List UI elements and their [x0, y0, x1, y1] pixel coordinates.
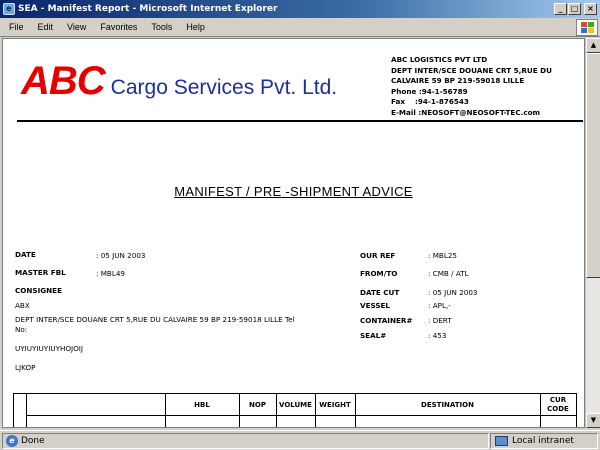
date-label: DATE [15, 250, 36, 259]
menu-bar: File Edit View Favorites Tools Help [0, 18, 600, 37]
menu-tools[interactable]: Tools [144, 22, 179, 32]
header-weight: WEIGHT [319, 401, 351, 409]
status-text: Done [21, 435, 45, 446]
table-col-divider [239, 394, 240, 427]
logo-name: Cargo Services Pvt. Ltd. [110, 76, 338, 99]
page-content: ABC Cargo Services Pvt. Ltd. ABC LOGISTI… [2, 38, 585, 428]
from-to-label: FROM/TO [360, 269, 398, 278]
table-col-divider [165, 394, 166, 427]
table-col-divider [355, 394, 356, 427]
date-cut-value: : 05 JUN 2003 [428, 288, 478, 297]
scroll-up-button[interactable]: ▲ [586, 38, 600, 53]
header-volume: VOLUME [279, 401, 312, 409]
consignee-line-3: UYIUYIUYIUYHOJOIJ [15, 344, 84, 353]
scroll-thumb[interactable] [586, 53, 600, 278]
menu-file[interactable]: File [0, 22, 31, 32]
status-text-cell: e Done [2, 432, 489, 449]
from-to-value: : CMB / ATL [428, 269, 469, 278]
manifest-table: HBL NOP VOLUME WEIGHT DESTINATION CUR CO… [13, 393, 577, 427]
container-value: : DERT [428, 316, 452, 325]
date-cut-label: DATE CUT [360, 288, 400, 297]
scroll-down-button[interactable]: ▼ [586, 413, 600, 428]
header-code: CODE [547, 405, 569, 413]
local-intranet-icon [495, 435, 508, 446]
company-address-1: DEPT INTER/SCE DOUANE CRT 5,RUE DU [391, 65, 552, 75]
consignee-label: CONSIGNEE [15, 286, 62, 295]
header-cur: CUR [549, 396, 567, 404]
date-value: : 05 JUN 2003 [96, 251, 146, 260]
menu-view[interactable]: View [60, 22, 93, 32]
menu-help[interactable]: Help [179, 22, 212, 32]
company-info: ABC LOGISTICS PVT LTD DEPT INTER/SCE DOU… [391, 55, 552, 118]
our-ref-value: : MBL25 [428, 251, 457, 260]
menu-edit[interactable]: Edit [31, 22, 61, 32]
header-divider [17, 120, 583, 122]
close-button[interactable]: × [584, 3, 597, 15]
ie-page-icon: e [6, 434, 18, 447]
seal-value: : 453 [428, 331, 447, 340]
our-ref-label: OUR REF [360, 251, 396, 260]
consignee-name: ABX [15, 301, 30, 310]
windows-logo-icon [576, 19, 598, 36]
zone-cell: Local intranet [490, 432, 598, 449]
title-bar: e SEA - Manifest Report - Microsoft Inte… [0, 0, 600, 18]
zone-label: Local intranet [512, 435, 574, 446]
maximize-button[interactable]: □ [568, 3, 581, 15]
consignee-line-4: LJKOP [15, 363, 36, 372]
company-fax: Fax :94-1-876543 [391, 97, 469, 106]
ie-page-icon: e [3, 3, 15, 15]
seal-label: SEAL# [360, 331, 387, 340]
company-logo: ABC Cargo Services Pvt. Ltd. [21, 59, 337, 104]
vessel-label: VESSEL [360, 301, 390, 310]
container-label: CONTAINER# [360, 316, 413, 325]
header-destination: DESTINATION [421, 401, 474, 409]
master-fbl-label: MASTER FBL [15, 268, 66, 277]
company-address-2: CALVAIRE 59 BP 219-59018 LILLE [391, 76, 525, 85]
vessel-value: : APL,- [428, 301, 451, 310]
status-bar: e Done Local intranet [0, 430, 600, 450]
company-phone: Phone :94-1-56789 [391, 86, 468, 96]
table-col-divider [26, 394, 27, 427]
table-col-divider [315, 394, 316, 427]
logo-abc: ABC [21, 59, 106, 103]
table-header-divider [26, 415, 576, 416]
company-email: E-Mail :NEOSOFT@NEOSOFT-TEC.com [391, 107, 541, 117]
window-title: SEA - Manifest Report - Microsoft Intern… [18, 4, 278, 14]
minimize-button[interactable]: _ [554, 3, 567, 15]
table-col-divider [276, 394, 277, 427]
company-name: ABC LOGISTICS PVT LTD [391, 55, 488, 64]
consignee-address-1: DEPT INTER/SCE DOUANE CRT 5,RUE DU CALVA… [15, 315, 295, 324]
header-nop: NOP [249, 401, 266, 409]
master-fbl-value: : MBL49 [96, 269, 125, 278]
consignee-address-2: No: [15, 325, 28, 334]
report-title: MANIFEST / PRE -SHIPMENT ADVICE [174, 184, 413, 199]
menu-favorites[interactable]: Favorites [93, 22, 144, 32]
header-hbl: HBL [194, 401, 210, 409]
vertical-scrollbar[interactable]: ▲ ▼ [585, 38, 600, 428]
